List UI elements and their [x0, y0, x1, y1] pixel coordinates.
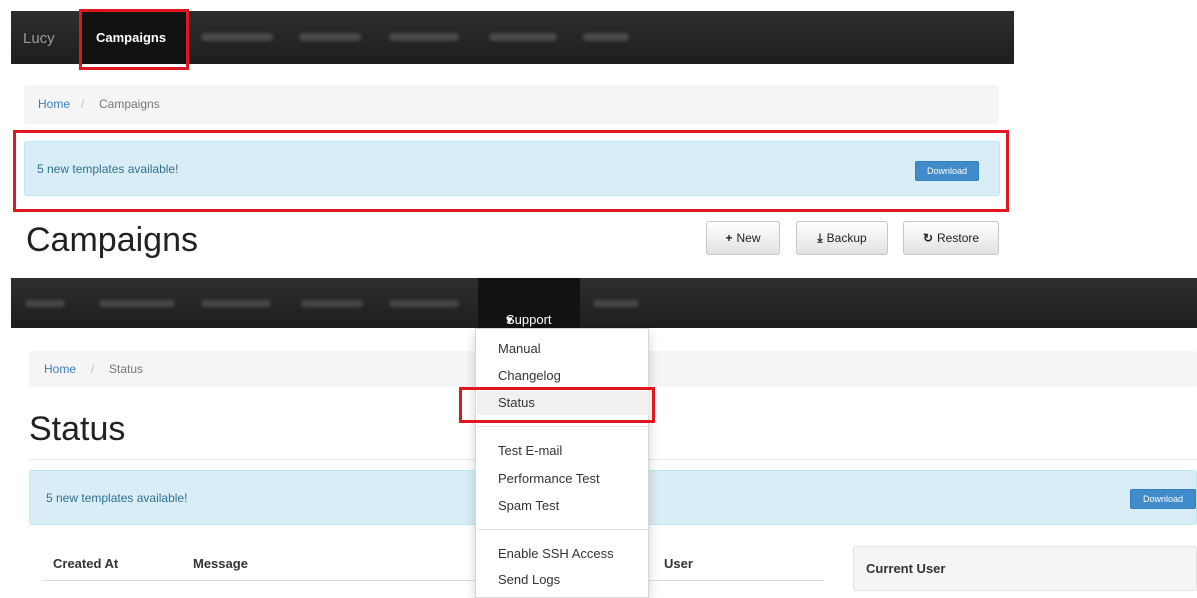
restore-button[interactable]: ↻ Restore [903, 221, 999, 255]
menu-item-performance-test[interactable]: Performance Test [498, 471, 600, 486]
menu-item-manual[interactable]: Manual [498, 341, 541, 356]
table-header-created-at[interactable]: Created At [53, 556, 118, 571]
breadcrumb-home-link[interactable]: Home [44, 362, 76, 376]
brand-logo[interactable]: Lucy [23, 30, 55, 47]
breadcrumb-separator: / [91, 362, 95, 376]
table-header-user[interactable]: User [664, 556, 693, 571]
nav-item-blurred[interactable] [99, 300, 175, 307]
breadcrumb: Home / Campaigns [24, 85, 999, 124]
second-navbar: Support ▾ [11, 278, 1197, 328]
breadcrumb-home-link[interactable]: Home [38, 97, 70, 111]
breadcrumb-current: Campaigns [99, 97, 160, 111]
nav-item-blurred[interactable] [489, 33, 557, 41]
alert-message: 5 new templates available! [46, 491, 188, 505]
highlight-box-campaigns [79, 9, 189, 70]
backup-button[interactable]: ⤓ Backup [796, 221, 888, 255]
breadcrumb-current: Status [109, 362, 144, 376]
download-icon: ⤓ [817, 231, 823, 245]
nav-item-blurred[interactable] [389, 300, 459, 307]
menu-item-spam-test[interactable]: Spam Test [498, 498, 559, 513]
menu-item-enable-ssh[interactable]: Enable SSH Access [498, 546, 614, 561]
nav-item-blurred[interactable] [593, 300, 639, 307]
table-header-divider [42, 580, 824, 581]
highlight-box-alert [13, 130, 1009, 212]
nav-item-blurred[interactable] [583, 33, 629, 41]
download-button[interactable]: Download [1130, 489, 1196, 509]
nav-item-support[interactable]: Support ▾ [478, 278, 580, 328]
menu-divider [477, 529, 649, 530]
backup-button-label: Backup [826, 231, 867, 245]
page-title: Campaigns [26, 221, 198, 259]
status-page-title: Status [29, 410, 126, 448]
nav-item-blurred[interactable] [201, 300, 271, 307]
nav-item-blurred[interactable] [301, 300, 363, 307]
breadcrumb-separator: / [81, 97, 85, 111]
restore-button-label: Restore [937, 231, 980, 245]
new-button[interactable]: + New [706, 221, 780, 255]
nav-item-blurred[interactable] [299, 33, 361, 41]
new-button-label: New [736, 231, 761, 245]
caret-down-icon: ▾ [506, 312, 513, 327]
support-dropdown-menu: Manual Changelog Status Test E-mail Perf… [475, 328, 649, 598]
menu-item-test-email[interactable]: Test E-mail [498, 443, 562, 458]
refresh-icon: ↻ [922, 231, 934, 245]
nav-item-blurred[interactable] [201, 33, 273, 41]
highlight-box-status [459, 387, 655, 423]
menu-divider [477, 426, 649, 427]
table-header-message[interactable]: Message [193, 556, 248, 571]
nav-item-blurred[interactable] [25, 300, 65, 307]
menu-item-changelog[interactable]: Changelog [498, 368, 561, 383]
nav-item-blurred[interactable] [389, 33, 459, 41]
plus-icon: + [725, 231, 733, 245]
current-user-title: Current User [866, 561, 946, 576]
current-user-panel: Current User [853, 546, 1197, 591]
